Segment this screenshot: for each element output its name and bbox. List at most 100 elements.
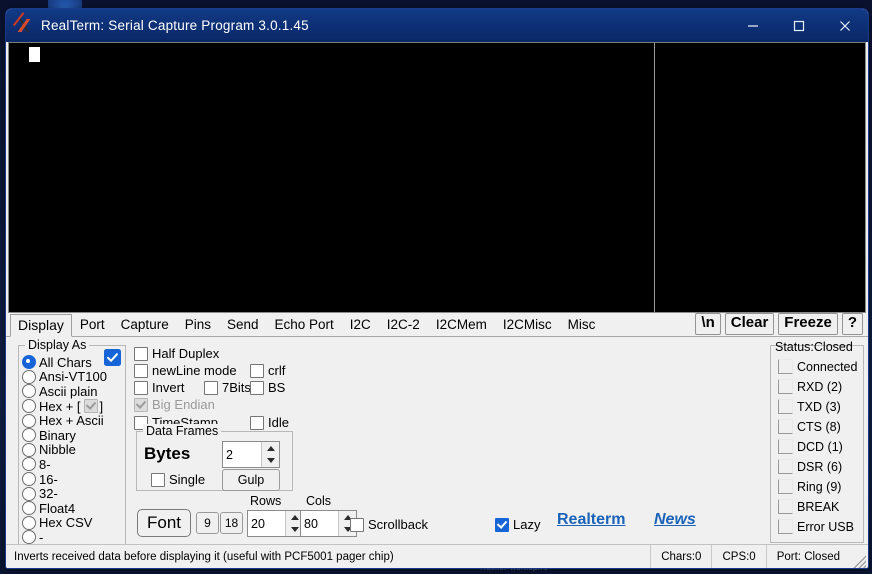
radio-label: 32- [39,486,58,502]
realterm-link[interactable]: Realterm [557,511,625,529]
radio-binary[interactable]: Binary [19,428,125,443]
tab-echo-port[interactable]: Echo Port [267,313,342,336]
hex-delimiter-checkbox [83,399,98,414]
cols-spinner[interactable]: 80 [300,510,357,537]
tab-pins[interactable]: Pins [177,313,219,336]
radio-indicator [22,413,36,428]
tab-capture[interactable]: Capture [113,313,177,336]
desktop-background: Hacker-workup.ru RealTerm: Serial Captur… [0,0,872,574]
font-size-9-button[interactable]: 9 [196,512,219,534]
status-error-usb: Error USB [778,519,854,534]
checkbox-invert[interactable]: Invert [134,380,185,395]
checkbox-indicator [134,346,148,361]
radio-label: All Chars [39,354,92,370]
checkbox-indicator [250,415,264,430]
spinner-down-icon[interactable] [262,454,279,467]
radio-indicator [22,515,36,530]
status-label: Error USB [797,519,854,534]
terminal-column-marker [654,43,655,312]
chars-counter: Chars:0 [650,545,711,568]
radio-indicator [22,472,36,487]
status-bar-cells: Chars:0 CPS:0 Port: Closed [650,545,850,568]
radio-nibble[interactable]: Nibble [19,442,125,457]
checkbox-7bits[interactable]: 7Bits [204,380,251,395]
checkbox-single[interactable]: Single [151,472,205,487]
radio-label: Float4 [39,500,76,516]
spinner-up-icon[interactable] [262,442,279,455]
minimize-button[interactable] [730,9,776,42]
tab-i2c[interactable]: I2C [342,313,379,336]
radio-8bit[interactable]: 8- [19,457,125,472]
spinner-arrows[interactable] [261,442,279,467]
checkbox-newline-mode[interactable]: newLine mode [134,363,237,378]
radio-label: - [39,529,44,545]
terminal-display[interactable] [8,42,866,313]
maximize-button[interactable] [776,9,822,42]
status-dcd: DCD (1) [778,439,843,454]
cols-label: Cols [306,494,332,508]
clear-button[interactable]: Clear [724,313,775,335]
cols-value: 80 [304,516,318,531]
window-title: RealTerm: Serial Capture Program 3.0.1.4… [41,18,309,33]
status-indicator [778,459,793,474]
tab-i2c-2[interactable]: I2C-2 [379,313,428,336]
checkbox-label: Idle [268,415,289,430]
tab-i2cmem[interactable]: I2CMem [428,313,495,336]
font-button[interactable]: Font [137,509,191,537]
status-label: RXD (2) [797,379,843,394]
checkbox-label: 7Bits [222,380,251,395]
bytes-spinner[interactable]: 2 [222,441,280,468]
checkbox-idle[interactable]: Idle [250,415,289,430]
radio-hex-bracket[interactable]: Hex + [ ] [19,399,125,414]
checkbox-label: BS [268,380,286,395]
radio-float4[interactable]: Float4 [19,501,125,516]
tab-port[interactable]: Port [72,313,113,336]
tab-send[interactable]: Send [219,313,267,336]
radio-label: Ansi-VT100 [39,369,107,385]
status-label: DSR (6) [797,459,843,474]
status-txd: TXD (3) [778,399,841,414]
resize-grip[interactable] [852,554,866,568]
checkbox-indicator [134,363,148,378]
radio-ascii-plain[interactable]: Ascii plain [19,384,125,399]
radio-label: Ascii plain [39,383,98,399]
checkbox-lazy[interactable]: Lazy [495,517,540,532]
rows-spinner[interactable]: 20 [247,510,304,537]
radio-label: 8- [39,456,51,472]
checkbox-scrollback[interactable]: Scrollback [350,517,428,532]
tab-action-buttons: \n Clear Freeze ? [695,313,868,336]
bytes-value: 2 [226,447,233,462]
radio-indicator [22,384,36,399]
tab-i2cmisc[interactable]: I2CMisc [495,313,560,336]
checkbox-label: Scrollback [368,517,428,532]
radio-label-suffix: ] [99,398,104,414]
cps-counter: CPS:0 [711,545,765,568]
newline-button[interactable]: \n [695,313,721,335]
realterm-window: RealTerm: Serial Capture Program 3.0.1.4… [5,8,869,569]
tab-misc[interactable]: Misc [560,313,604,336]
checkbox-bs[interactable]: BS [250,380,285,395]
radio-ansi-vt100[interactable]: Ansi-VT100 [19,369,125,385]
checkbox-label: Invert [152,380,185,395]
freeze-button[interactable]: Freeze [778,313,838,335]
gulp-button[interactable]: Gulp [222,469,280,491]
font-size-18-button[interactable]: 18 [220,512,243,534]
tab-display[interactable]: Display [10,314,72,337]
help-button[interactable]: ? [841,313,863,335]
radio-none[interactable]: - [19,530,125,545]
radio-16bit[interactable]: 16- [19,472,125,487]
checkbox-label: newLine mode [152,363,237,378]
radio-all-chars[interactable]: All Chars [19,355,125,370]
checkbox-indicator [134,397,148,412]
news-link[interactable]: News [654,511,696,529]
close-button[interactable] [822,9,868,42]
checkbox-crlf[interactable]: crlf [250,363,285,378]
radio-indicator [22,530,36,545]
status-break: BREAK [778,499,839,514]
radio-hex-csv[interactable]: Hex CSV [19,515,125,530]
checkbox-half-duplex[interactable]: Half Duplex [134,346,219,361]
radio-indicator [22,442,36,457]
radio-hex-ascii[interactable]: Hex + Ascii [19,413,125,428]
radio-32bit[interactable]: 32- [19,486,125,501]
radio-label: Binary [39,427,76,443]
